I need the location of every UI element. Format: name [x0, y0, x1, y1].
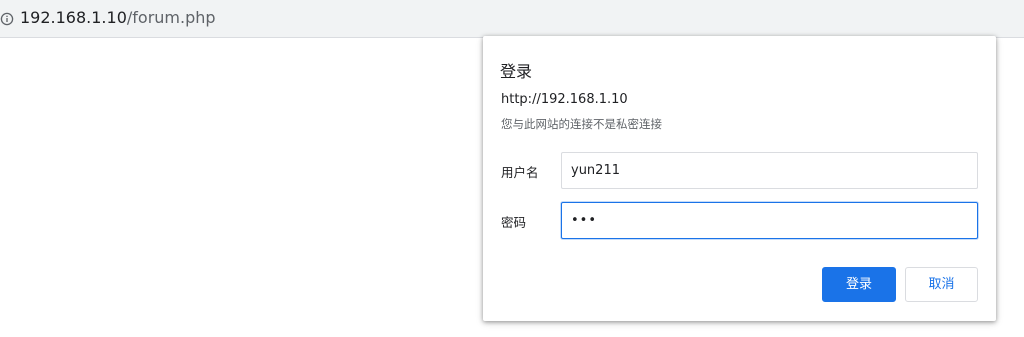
username-label: 用户名 [501, 165, 539, 180]
info-icon[interactable] [0, 11, 14, 26]
login-dialog: 登录 http://192.168.1.10 您与此网站的连接不是私密连接 用户… [483, 36, 996, 321]
cancel-button[interactable]: 取消 [905, 267, 978, 302]
url-text[interactable]: 192.168.1.10/forum.php [20, 8, 216, 28]
login-button[interactable]: 登录 [822, 267, 896, 302]
dialog-title: 登录 [500, 62, 533, 81]
password-label: 密码 [501, 215, 527, 230]
password-field[interactable]: ••• [561, 202, 978, 239]
username-field[interactable]: yun211 [561, 152, 978, 189]
url-path: /forum.php [126, 8, 216, 27]
address-bar[interactable]: 192.168.1.10/forum.php [0, 0, 1024, 38]
connection-warning: 您与此网站的连接不是私密连接 [501, 117, 662, 131]
dialog-origin: http://192.168.1.10 [501, 92, 628, 107]
url-host: 192.168.1.10 [20, 8, 127, 27]
